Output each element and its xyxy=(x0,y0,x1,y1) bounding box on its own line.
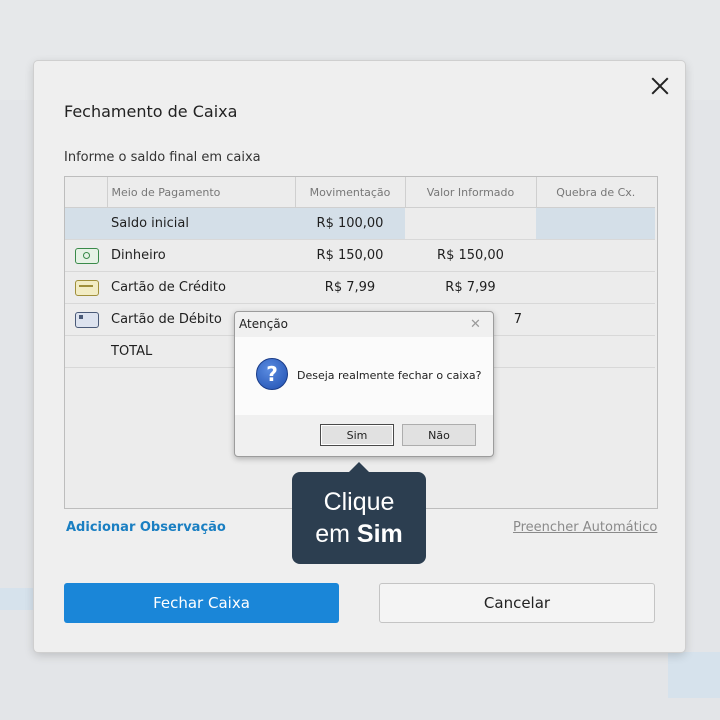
column-header: Movimentação xyxy=(295,177,406,208)
close-icon[interactable] xyxy=(649,75,671,97)
row-icon-cell xyxy=(65,239,107,272)
column-header: Quebra de Cx. xyxy=(536,177,655,208)
row-quebra xyxy=(536,207,655,240)
background-left-bar xyxy=(0,588,34,610)
close-register-button[interactable]: Fechar Caixa xyxy=(64,583,339,623)
row-icon-cell xyxy=(65,271,107,304)
row-quebra xyxy=(536,271,655,304)
row-label: Saldo inicial xyxy=(107,207,295,240)
message-box-close-icon[interactable]: ✕ xyxy=(470,317,481,332)
auto-fill-link[interactable]: Preencher Automático xyxy=(513,520,657,535)
question-icon: ? xyxy=(256,358,288,390)
row-icon-cell xyxy=(65,303,107,336)
tooltip-line-2-bold: Sim xyxy=(356,520,403,548)
confirmation-message-box: Atenção ✕ ? Deseja realmente fechar o ca… xyxy=(234,311,494,457)
message-box-body: ? Deseja realmente fechar o caixa? xyxy=(235,337,493,415)
table-header: Meio de Pagamento Movimentação Valor Inf… xyxy=(65,177,655,208)
row-informado[interactable]: R$ 7,99 xyxy=(405,271,536,304)
message-box-text: Deseja realmente fechar o caixa? xyxy=(297,369,482,382)
message-box-title: Atenção xyxy=(239,317,288,331)
row-movimentacao: R$ 100,00 xyxy=(295,207,405,240)
table-row[interactable]: Cartão de Crédito R$ 7,99 R$ 7,99 xyxy=(65,271,655,304)
tooltip-line-2: em Sim xyxy=(292,518,426,550)
tooltip-line-2-prefix: em xyxy=(315,520,357,548)
row-label: Cartão de Crédito xyxy=(107,271,295,304)
row-icon-cell xyxy=(65,335,107,368)
row-informado[interactable] xyxy=(405,207,536,240)
row-quebra xyxy=(536,239,655,272)
yes-button[interactable]: Sim xyxy=(320,424,394,446)
dialog-title: Fechamento de Caixa xyxy=(64,102,238,121)
row-movimentacao: R$ 7,99 xyxy=(295,271,405,304)
add-observation-link[interactable]: Adicionar Observação xyxy=(66,520,226,535)
icon-column-header xyxy=(65,177,108,208)
debit-card-icon xyxy=(75,311,99,328)
row-icon-cell xyxy=(65,207,107,240)
table-row[interactable]: Dinheiro R$ 150,00 R$ 150,00 xyxy=(65,239,655,272)
background-bottom-bar xyxy=(668,652,720,698)
column-header: Meio de Pagamento xyxy=(107,177,296,208)
row-quebra xyxy=(536,303,655,336)
no-button[interactable]: Não xyxy=(402,424,476,446)
dialog-subtitle: Informe o saldo final em caixa xyxy=(64,150,261,165)
column-header: Valor Informado xyxy=(405,177,537,208)
cash-icon xyxy=(75,247,99,264)
credit-card-icon xyxy=(75,279,99,296)
table-row[interactable]: Saldo inicial R$ 100,00 xyxy=(65,207,655,240)
row-movimentacao: R$ 150,00 xyxy=(295,239,405,272)
cancel-button[interactable]: Cancelar xyxy=(379,583,655,623)
row-quebra xyxy=(536,335,655,368)
row-label: Dinheiro xyxy=(107,239,295,272)
tooltip-line-1: Clique xyxy=(323,488,395,516)
row-informado[interactable]: R$ 150,00 xyxy=(405,239,536,272)
instruction-tooltip: Clique em Sim xyxy=(292,462,426,564)
